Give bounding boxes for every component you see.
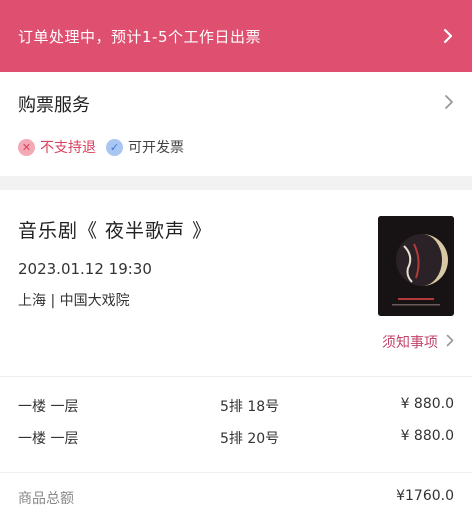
total-value: ¥1760.0 bbox=[396, 488, 454, 504]
chevron-right-icon[interactable] bbox=[442, 28, 454, 44]
total-label: 商品总额 bbox=[18, 491, 74, 507]
divider bbox=[0, 376, 472, 377]
total-row: 商品总额 ¥1760.0 bbox=[18, 488, 454, 510]
no-refund-tag: ✕ 不支持退 bbox=[18, 137, 96, 157]
no-refund-label: 不支持退 bbox=[40, 140, 96, 156]
ticket-row: 一楼 一层 5排 18号 ¥ 880.0 bbox=[18, 396, 454, 418]
ticket-service-title: 购票服务 bbox=[18, 95, 90, 116]
order-status-banner[interactable]: 订单处理中，预计1-5个工作日出票 bbox=[0, 0, 472, 72]
ticket-price: ¥ 880.0 bbox=[400, 428, 454, 444]
ticket-service-header[interactable]: 购票服务 bbox=[18, 90, 454, 118]
cross-circle-icon: ✕ bbox=[18, 138, 35, 156]
invoice-label: 可开发票 bbox=[128, 140, 184, 156]
show-datetime: 2023.01.12 19:30 bbox=[18, 260, 152, 278]
ticket-seat: 5排 20号 bbox=[220, 431, 280, 447]
service-tags: ✕ 不支持退 ✓ 可开发票 bbox=[18, 136, 184, 158]
ticket-area: 一楼 一层 bbox=[18, 399, 79, 415]
ticket-service-card[interactable]: 购票服务 ✕ 不支持退 ✓ 可开发票 bbox=[0, 72, 472, 176]
show-title: 音乐剧《 夜半歌声 》 bbox=[18, 220, 213, 242]
show-poster-image[interactable] bbox=[378, 216, 454, 316]
notice-label: 须知事项 bbox=[382, 335, 438, 351]
show-info-card: 音乐剧《 夜半歌声 》 2023.01.12 19:30 上海 | 中国大戏院 … bbox=[0, 190, 472, 530]
ticket-row: 一楼 一层 5排 20号 ¥ 880.0 bbox=[18, 428, 454, 450]
order-status-text: 订单处理中，预计1-5个工作日出票 bbox=[18, 27, 262, 46]
chevron-right-icon bbox=[446, 334, 454, 351]
show-venue: 上海 | 中国大戏院 bbox=[18, 293, 130, 309]
ticket-area: 一楼 一层 bbox=[18, 431, 79, 447]
divider bbox=[0, 472, 472, 473]
invoice-tag: ✓ 可开发票 bbox=[106, 137, 184, 157]
ticket-price: ¥ 880.0 bbox=[400, 396, 454, 412]
chevron-right-icon[interactable] bbox=[444, 94, 454, 114]
ticket-seat: 5排 18号 bbox=[220, 399, 280, 415]
notice-link[interactable]: 须知事项 bbox=[382, 332, 454, 352]
check-circle-icon: ✓ bbox=[106, 138, 123, 156]
